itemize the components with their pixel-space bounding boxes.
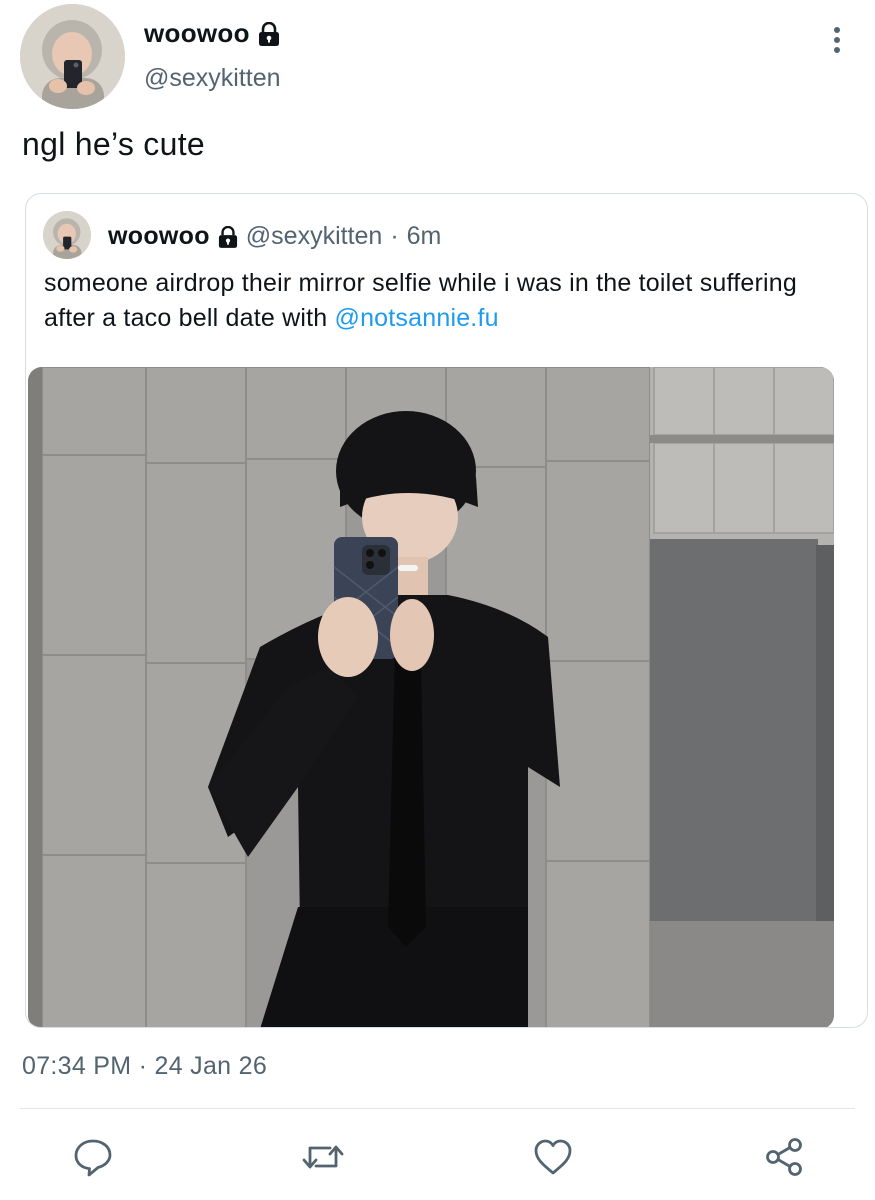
more-options-button[interactable]: [825, 22, 849, 62]
tweet-timestamp[interactable]: 07:34 PM · 24 Jan 26: [22, 1052, 267, 1081]
heart-icon: [534, 1139, 572, 1175]
quoted-author-avatar[interactable]: [43, 211, 91, 259]
lock-icon: [218, 225, 238, 248]
share-icon: [766, 1138, 802, 1176]
retweet-button[interactable]: [300, 1136, 344, 1178]
quoted-media-photo[interactable]: [28, 367, 834, 1027]
meta-separator: ·: [390, 222, 399, 250]
author-avatar[interactable]: [20, 4, 125, 109]
photo-mirror-selfie: [28, 367, 834, 1027]
quoted-meta-row: woowoo @sexykitten · 6m: [108, 222, 441, 251]
like-button[interactable]: [532, 1136, 574, 1178]
more-vertical-icon: [834, 27, 840, 53]
quoted-display-name[interactable]: woowoo: [108, 222, 210, 251]
reply-icon: [74, 1139, 112, 1177]
quoted-handle[interactable]: @sexykitten: [246, 222, 383, 251]
mention-link[interactable]: @notsannie.fu: [335, 304, 499, 332]
tweet-header: woowoo @sexykitten: [20, 4, 855, 114]
retweet-icon: [302, 1145, 344, 1169]
author-display-name[interactable]: woowoo: [144, 18, 250, 49]
divider: [20, 1108, 855, 1109]
lock-icon: [258, 21, 280, 46]
tweet-text: ngl he’s cute: [22, 126, 205, 162]
author-handle[interactable]: @sexykitten: [144, 64, 281, 93]
author-name-row: woowoo: [144, 18, 280, 49]
share-button[interactable]: [764, 1136, 806, 1178]
reply-button[interactable]: [72, 1136, 114, 1178]
quoted-time[interactable]: 6m: [407, 222, 442, 251]
quoted-tweet-card[interactable]: woowoo @sexykitten · 6m someone airdrop …: [25, 193, 868, 1028]
quoted-text: someone airdrop their mirror selfie whil…: [44, 266, 844, 336]
